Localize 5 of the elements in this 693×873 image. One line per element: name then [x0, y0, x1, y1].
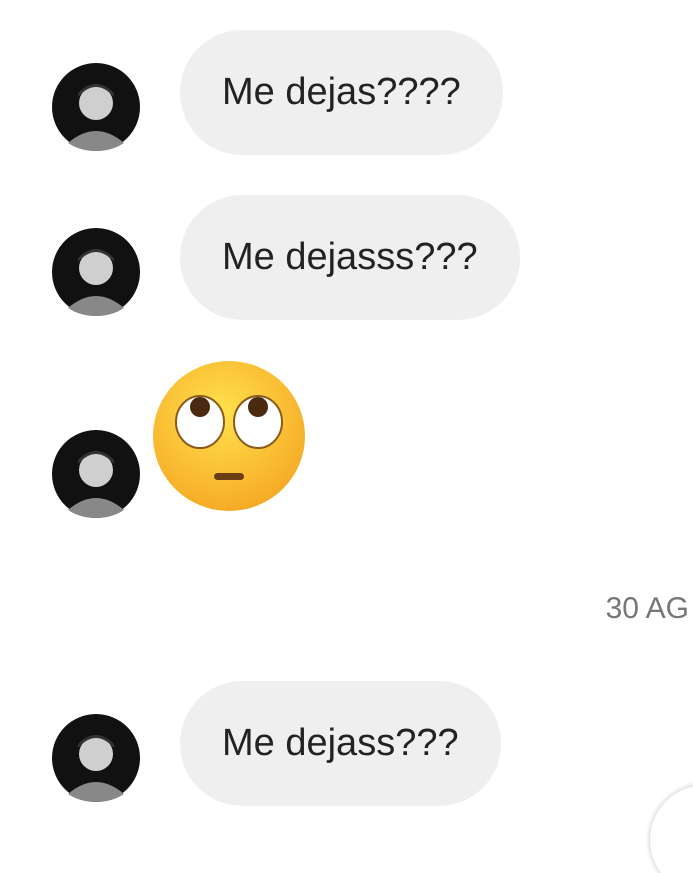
message-bubble: Me dejass??? — [180, 681, 501, 806]
message-bubble: Me dejasss??? — [180, 195, 520, 320]
timestamp: 30 AG — [606, 592, 689, 626]
eye-roll-emoji-icon — [152, 360, 306, 512]
message-bubble: Me dejas???? — [180, 30, 503, 155]
